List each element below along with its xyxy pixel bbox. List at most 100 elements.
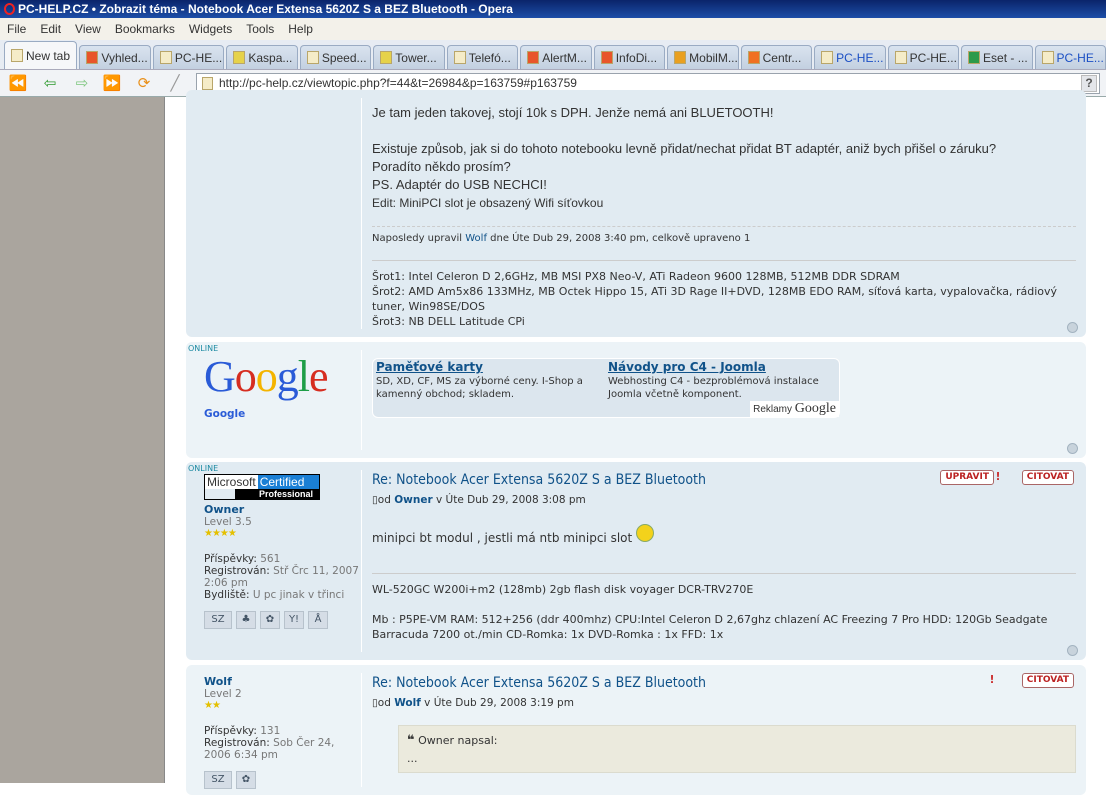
menu-tools[interactable]: Tools (239, 22, 281, 36)
fast-forward-icon[interactable]: ⏩ (102, 74, 122, 92)
signature-line: Šrot1: Intel Celeron D 2,6GHz, MB MSI PX… (372, 270, 900, 283)
label: Registrován: (204, 565, 270, 577)
tab-label: Vyhled... (101, 50, 148, 65)
ads-label: Reklamy (753, 404, 792, 415)
post-count: 561 (260, 553, 281, 565)
icq-icon[interactable]: ✿ (260, 611, 280, 629)
help-button[interactable]: ? (1081, 75, 1097, 92)
signature: Šrot1: Intel Celeron D 2,6GHz, MB MSI PX… (372, 260, 1076, 329)
rewind-icon[interactable]: ⏪ (8, 74, 28, 92)
tab[interactable]: PC-HE... (152, 45, 225, 69)
post-text: minipci bt modul , jestli má ntb minipci… (372, 531, 633, 545)
page-icon (1041, 51, 1054, 64)
divider (361, 98, 362, 329)
tab[interactable]: Centr... (740, 45, 813, 69)
tab-active[interactable]: PC-HE... (1034, 45, 1106, 69)
tab[interactable]: Telefó... (446, 45, 519, 69)
edit-button[interactable]: UPRAVIT (940, 470, 994, 485)
tab[interactable]: InfoDi... (593, 45, 666, 69)
tab-label: Telefó... (468, 50, 511, 65)
page-icon (453, 51, 466, 64)
tab[interactable]: PC-HE... (887, 45, 960, 69)
post: Je tam jeden takovej, stojí 10k s DPH. J… (186, 90, 1086, 337)
yahoo-icon[interactable]: Y! (284, 611, 304, 629)
menu-file[interactable]: File (0, 22, 33, 36)
report-button[interactable]: ! (990, 470, 1006, 485)
edit-date: dne Úte Dub 29, 2008 3:40 pm, celkově up… (490, 233, 751, 244)
tab-label: PC-HE... (174, 50, 223, 65)
username-link[interactable]: Owner (204, 503, 362, 516)
location: U pc jinak v třinci (252, 589, 345, 601)
quote-button[interactable]: CITOVAT (1021, 470, 1074, 485)
ad-link[interactable]: Návody pro C4 - Joomla (608, 360, 766, 374)
tab-label: Speed... (321, 50, 367, 65)
label: Registrován: (204, 737, 270, 749)
online-status: ONLINE (188, 464, 219, 473)
by-label: od (377, 494, 391, 506)
quote-block: ❝ Owner napsal:... (398, 725, 1076, 773)
quote-text: ... (407, 752, 418, 765)
ad-profile: Google Google (204, 354, 362, 421)
user-rank: Level 3.5 (204, 516, 252, 528)
tab[interactable]: Tower... (373, 45, 445, 69)
smiley-icon (636, 524, 655, 542)
mcp-badge: Microsoft Certified Professional (204, 474, 320, 500)
post-date: v Úte Dub 29, 2008 3:08 pm (435, 494, 586, 506)
label: Bydliště: (204, 589, 250, 601)
site-icon (600, 51, 613, 64)
text-line: Existuje způsob, jak si do tohoto notebo… (372, 141, 997, 156)
tab[interactable]: Vyhled... (79, 45, 151, 69)
menu-edit[interactable]: Edit (33, 22, 68, 36)
tab-label: Kaspa... (248, 50, 293, 65)
aim-icon[interactable]: Å (308, 611, 328, 629)
menu-view[interactable]: View (68, 22, 108, 36)
menu-widgets[interactable]: Widgets (182, 22, 239, 36)
tab-new[interactable]: New tab (4, 41, 78, 69)
ad-link[interactable]: Paměťové karty (376, 360, 483, 374)
tab[interactable]: Speed... (299, 45, 372, 69)
msn-icon[interactable]: ♣ (236, 611, 256, 629)
window-title: PC-HELP.CZ • Zobrazit téma - Notebook Ac… (18, 2, 513, 16)
text-line: Je tam jeden takovej, stojí 10k s DPH. J… (372, 105, 774, 120)
tab[interactable]: Eset - ... (961, 45, 1033, 69)
pm-button[interactable]: SZ (204, 611, 232, 629)
page-icon (11, 49, 23, 62)
back-icon[interactable]: ⇦ (40, 74, 60, 92)
tab[interactable]: AlertM... (520, 45, 592, 69)
back-to-top-icon[interactable] (1067, 443, 1078, 454)
tab-bar: New tab Vyhled... PC-HE... Kaspa... Spee… (0, 40, 1106, 70)
back-to-top-icon[interactable] (1067, 645, 1078, 656)
tab-label: Centr... (762, 50, 802, 65)
username-link[interactable]: Wolf (204, 675, 362, 688)
ad-text: SD, XD, CF, MS za výborné ceny. I-Shop a… (376, 376, 583, 400)
tab-label: PC-HE... (909, 50, 957, 65)
tab[interactable]: Kaspa... (226, 45, 298, 69)
text-line: Edit: MiniPCI slot je obsazený Wifi síťo… (372, 196, 604, 210)
url-text: http://pc-help.cz/viewtopic.php?f=44&t=2… (219, 76, 577, 90)
rank-stars: ★★★★ (204, 528, 237, 539)
signature-line: Mb : P5PE-VM RAM: 512+256 (ddr 400mhz) C… (372, 613, 1048, 641)
author-link[interactable]: Owner (394, 494, 432, 506)
signature-line: WL-520GC W200i+m2 (128mb) 2gb flash disk… (372, 583, 754, 596)
page-icon (821, 51, 834, 64)
back-to-top-icon[interactable] (1067, 322, 1078, 333)
forward-icon[interactable]: ⇨ (72, 74, 92, 92)
site-icon (747, 51, 760, 64)
post: Wolf Level 2 ★★ Příspěvky: 131 Registrov… (186, 665, 1086, 795)
pm-button[interactable]: SZ (204, 771, 232, 789)
site-icon (968, 51, 981, 64)
label: Příspěvky: (204, 725, 257, 737)
reload-icon[interactable]: ⟳ (134, 74, 154, 92)
divider (361, 673, 362, 787)
edit-pen-icon[interactable]: ╱ (165, 74, 185, 92)
tab-label: PC-HE... (1056, 50, 1104, 65)
menu-bookmarks[interactable]: Bookmarks (108, 22, 182, 36)
menu-help[interactable]: Help (281, 22, 320, 36)
post-author: ▯od Owner v Úte Dub 29, 2008 3:08 pm (372, 494, 1076, 506)
tab[interactable]: PC-HE... (814, 45, 886, 69)
ads-by-google[interactable]: Reklamy Google (750, 401, 839, 417)
divider (361, 350, 362, 450)
tab[interactable]: MobilM... (667, 45, 739, 69)
editor-link[interactable]: Wolf (465, 233, 487, 244)
icq-icon[interactable]: ✿ (236, 771, 256, 789)
